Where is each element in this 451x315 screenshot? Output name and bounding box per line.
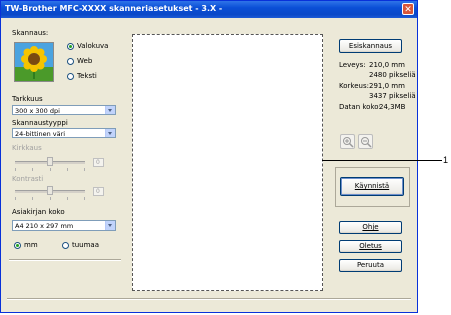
data-size-label: Datan koko: — [339, 103, 381, 111]
document-size-value: A4 210 x 297 mm — [15, 222, 74, 230]
start-button-label: Käynnistä — [354, 182, 390, 190]
radio-text[interactable] — [67, 73, 74, 80]
brightness-ticks — [15, 168, 85, 171]
chevron-down-icon — [105, 221, 115, 230]
zoom-in-icon — [343, 137, 354, 148]
radio-web-label[interactable]: Web — [77, 57, 92, 65]
height-label: Korkeus: — [339, 82, 369, 90]
scan-type-value: 24-bittinen väri — [15, 130, 66, 138]
data-size-value: 24,3MB — [379, 103, 406, 111]
title-bar[interactable]: TW-Brother MFC-XXXX skanneriasetukset - … — [1, 1, 417, 18]
width-mm: 210,0 mm — [369, 61, 405, 69]
cancel-button[interactable]: Peruuta — [339, 259, 402, 272]
bottom-divider — [7, 298, 411, 300]
contrast-slider-knob[interactable] — [47, 186, 53, 195]
chevron-down-icon — [105, 106, 115, 114]
brightness-slider-knob[interactable] — [47, 157, 53, 166]
zoom-in-button[interactable] — [340, 134, 355, 149]
chevron-down-icon — [105, 129, 115, 137]
photo-scan-icon — [14, 42, 54, 82]
help-button-label: Ohje — [362, 223, 379, 231]
start-button[interactable]: Käynnistä — [340, 177, 404, 196]
width-px: 2480 pikseliä — [369, 71, 416, 79]
height-px: 3437 pikseliä — [369, 92, 416, 100]
default-button[interactable]: Oletus — [339, 240, 402, 253]
scan-type-label: Skannaustyyppi — [12, 119, 68, 127]
radio-inch[interactable] — [62, 242, 69, 249]
brightness-value[interactable]: 0 — [93, 158, 104, 167]
preview-area[interactable] — [132, 34, 323, 291]
height-mm: 291,0 mm — [369, 82, 405, 90]
resolution-select[interactable]: 300 x 300 dpi — [12, 105, 116, 115]
radio-photo-label[interactable]: Valokuva — [77, 42, 108, 50]
document-size-select[interactable]: A4 210 x 297 mm — [12, 220, 116, 231]
document-size-label: Asiakirjan koko — [12, 208, 65, 216]
zoom-out-icon — [361, 137, 372, 148]
callout-number: 1 — [443, 155, 449, 165]
zoom-out-button[interactable] — [358, 134, 373, 149]
radio-photo[interactable] — [67, 43, 74, 50]
callout-line — [322, 160, 442, 161]
scanner-settings-window: TW-Brother MFC-XXXX skanneriasetukset - … — [0, 0, 418, 313]
resolution-value: 300 x 300 dpi — [15, 107, 60, 115]
default-button-label: Oletus — [359, 242, 382, 250]
close-icon: ✕ — [404, 5, 412, 15]
radio-inch-label[interactable]: tuumaa — [72, 241, 99, 249]
contrast-value[interactable]: 0 — [93, 187, 104, 196]
left-divider — [9, 259, 121, 261]
close-button[interactable]: ✕ — [402, 3, 414, 15]
width-label: Leveys: — [339, 61, 366, 69]
radio-mm-label[interactable]: mm — [24, 241, 38, 249]
radio-text-label[interactable]: Teksti — [77, 72, 97, 80]
prescan-button[interactable]: Esiskannaus — [339, 39, 402, 53]
help-button[interactable]: Ohje — [339, 221, 402, 234]
contrast-label: Kontrasti — [12, 175, 44, 183]
resolution-label: Tarkkuus — [12, 95, 43, 103]
scan-type-select[interactable]: 24-bittinen väri — [12, 128, 116, 138]
contrast-ticks — [15, 197, 85, 200]
scan-label: Skannaus: — [12, 29, 49, 37]
radio-web[interactable] — [67, 58, 74, 65]
brightness-label: Kirkkaus — [12, 144, 42, 152]
radio-mm[interactable] — [14, 242, 21, 249]
window-title: TW-Brother MFC-XXXX skanneriasetukset - … — [5, 4, 223, 13]
